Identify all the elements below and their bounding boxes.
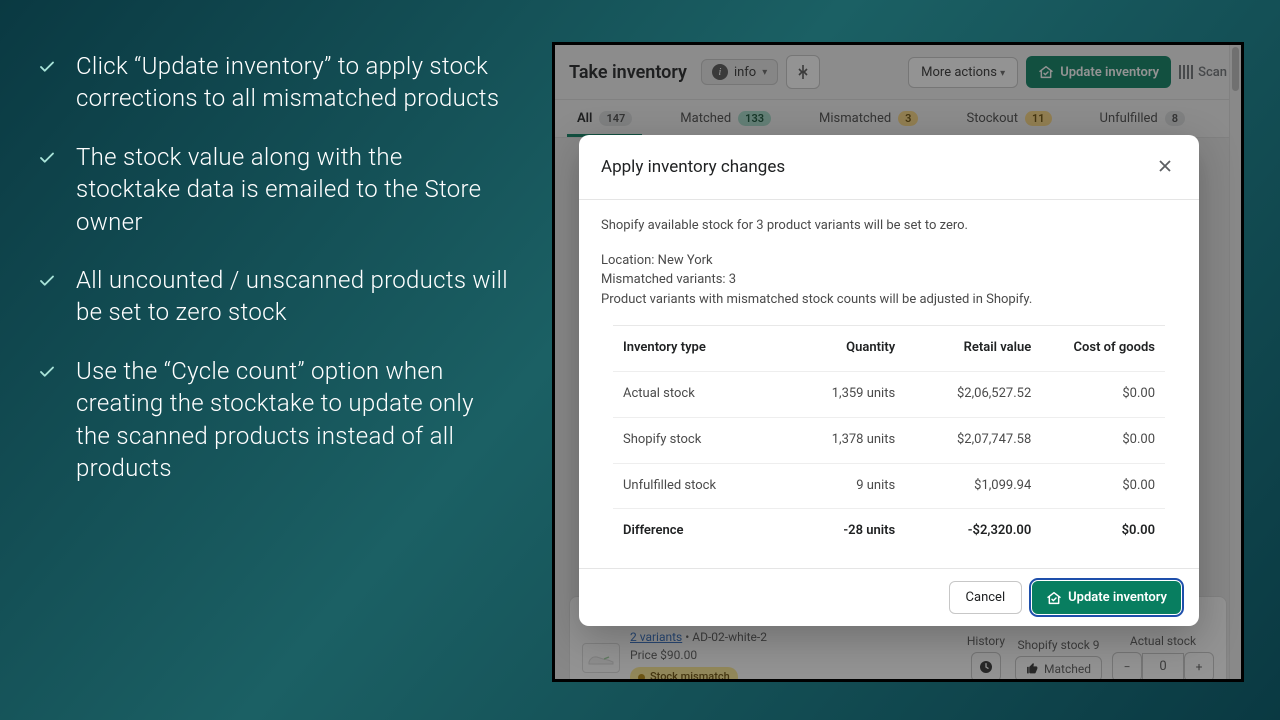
table-row: Shopify stock1,378 units$2,07,747.58$0.0… xyxy=(613,418,1165,464)
bullet-item: Click “Update inventory” to apply stock … xyxy=(38,50,508,115)
bullet-text: Use the “Cycle count” option when creati… xyxy=(76,355,508,485)
bullet-item: The stock value along with the stocktake… xyxy=(38,141,508,238)
modal-lead-text: Shopify available stock for 3 product va… xyxy=(601,216,1177,237)
bullet-text: The stock value along with the stocktake… xyxy=(76,141,508,238)
bullet-item: Use the “Cycle count” option when creati… xyxy=(38,355,508,485)
check-icon xyxy=(38,58,56,80)
modal-mismatch-count: Mismatched variants: 3 xyxy=(601,270,1177,290)
modal-title: Apply inventory changes xyxy=(601,157,785,177)
bullet-item: All uncounted / unscanned products will … xyxy=(38,264,508,329)
slide-bullet-list: Click “Update inventory” to apply stock … xyxy=(38,50,508,510)
inventory-table: Inventory type Quantity Retail value Cos… xyxy=(613,325,1165,554)
cancel-button[interactable]: Cancel xyxy=(949,581,1023,614)
modal-note: Product variants with mismatched stock c… xyxy=(601,290,1177,310)
check-icon xyxy=(38,363,56,385)
table-row: Unfulfilled stock9 units$1,099.94$0.00 xyxy=(613,464,1165,510)
home-check-icon xyxy=(1046,590,1062,606)
app-window: Take inventory i info ▾ More actions ▾ U… xyxy=(552,42,1244,682)
check-icon xyxy=(38,149,56,171)
apply-changes-modal: Apply inventory changes Shopify availabl… xyxy=(579,135,1199,626)
table-row: Actual stock1,359 units$2,06,527.52$0.00 xyxy=(613,372,1165,418)
bullet-text: All uncounted / unscanned products will … xyxy=(76,264,508,329)
check-icon xyxy=(38,272,56,294)
table-header-row: Inventory type Quantity Retail value Cos… xyxy=(613,326,1165,372)
update-inventory-confirm-button[interactable]: Update inventory xyxy=(1032,581,1181,614)
modal-location: Location: New York xyxy=(601,251,1177,271)
table-difference-row: Difference -28 units -$2,320.00 $0.00 xyxy=(613,509,1165,554)
bullet-text: Click “Update inventory” to apply stock … xyxy=(76,50,508,115)
modal-close-button[interactable] xyxy=(1153,151,1177,183)
close-icon xyxy=(1157,158,1173,174)
